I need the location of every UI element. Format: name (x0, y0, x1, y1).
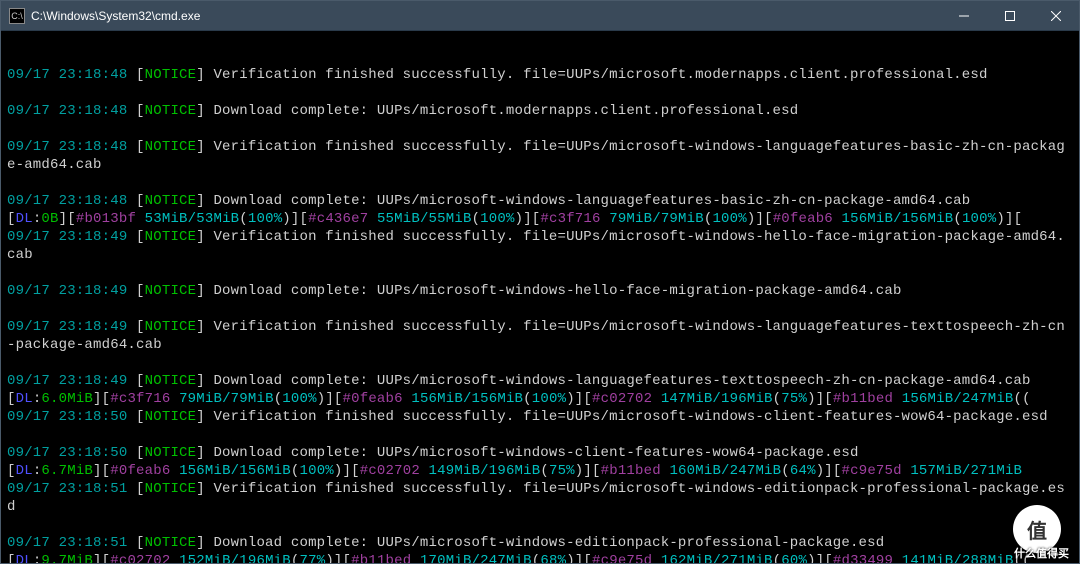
blank-line (7, 354, 1073, 372)
log-line: 09/17 23:18:50 [NOTICE] Download complet… (7, 444, 1073, 462)
blank-line (7, 120, 1073, 138)
log-line: 09/17 23:18:51 [NOTICE] Download complet… (7, 534, 1073, 552)
cmd-window: C:\ C:\Windows\System32\cmd.exe 09/17 23… (0, 0, 1080, 564)
log-line: 09/17 23:18:48 [NOTICE] Download complet… (7, 192, 1073, 210)
log-line: 09/17 23:18:48 [NOTICE] Download complet… (7, 102, 1073, 120)
watermark-sub: 什么值得买 (1014, 545, 1069, 561)
blank-line (7, 516, 1073, 534)
log-line: 09/17 23:18:51 [NOTICE] Verification fin… (7, 480, 1073, 516)
minimize-button[interactable] (941, 1, 987, 31)
log-line: 09/17 23:18:48 [NOTICE] Verification fin… (7, 66, 1073, 84)
close-button[interactable] (1033, 1, 1079, 31)
log-line: 09/17 23:18:49 [NOTICE] Verification fin… (7, 318, 1073, 354)
log-line: 09/17 23:18:49 [NOTICE] Download complet… (7, 372, 1073, 390)
window-title: C:\Windows\System32\cmd.exe (31, 9, 941, 23)
download-progress-line: [DL:0B][#b013bf 53MiB/53MiB(100%)][#c436… (7, 210, 1073, 228)
watermark-main: 值 (1027, 515, 1047, 544)
blank-line (7, 300, 1073, 318)
log-line: 09/17 23:18:49 [NOTICE] Download complet… (7, 282, 1073, 300)
download-progress-line: [DL:9.7MiB][#c02702 152MiB/196MiB(77%)][… (7, 552, 1073, 563)
log-line: 09/17 23:18:50 [NOTICE] Verification fin… (7, 408, 1073, 426)
blank-line (7, 174, 1073, 192)
download-progress-line: [DL:6.7MiB][#0feab6 156MiB/156MiB(100%)]… (7, 462, 1073, 480)
terminal-output[interactable]: 09/17 23:18:48 [NOTICE] Verification fin… (1, 31, 1079, 563)
titlebar[interactable]: C:\ C:\Windows\System32\cmd.exe (1, 1, 1079, 31)
blank-line (7, 84, 1073, 102)
log-line: 09/17 23:18:48 [NOTICE] Verification fin… (7, 138, 1073, 174)
log-line: 09/17 23:18:49 [NOTICE] Verification fin… (7, 228, 1073, 264)
blank-line (7, 264, 1073, 282)
app-icon: C:\ (9, 8, 25, 24)
maximize-button[interactable] (987, 1, 1033, 31)
blank-line (7, 426, 1073, 444)
download-progress-line: [DL:6.0MiB][#c3f716 79MiB/79MiB(100%)][#… (7, 390, 1073, 408)
